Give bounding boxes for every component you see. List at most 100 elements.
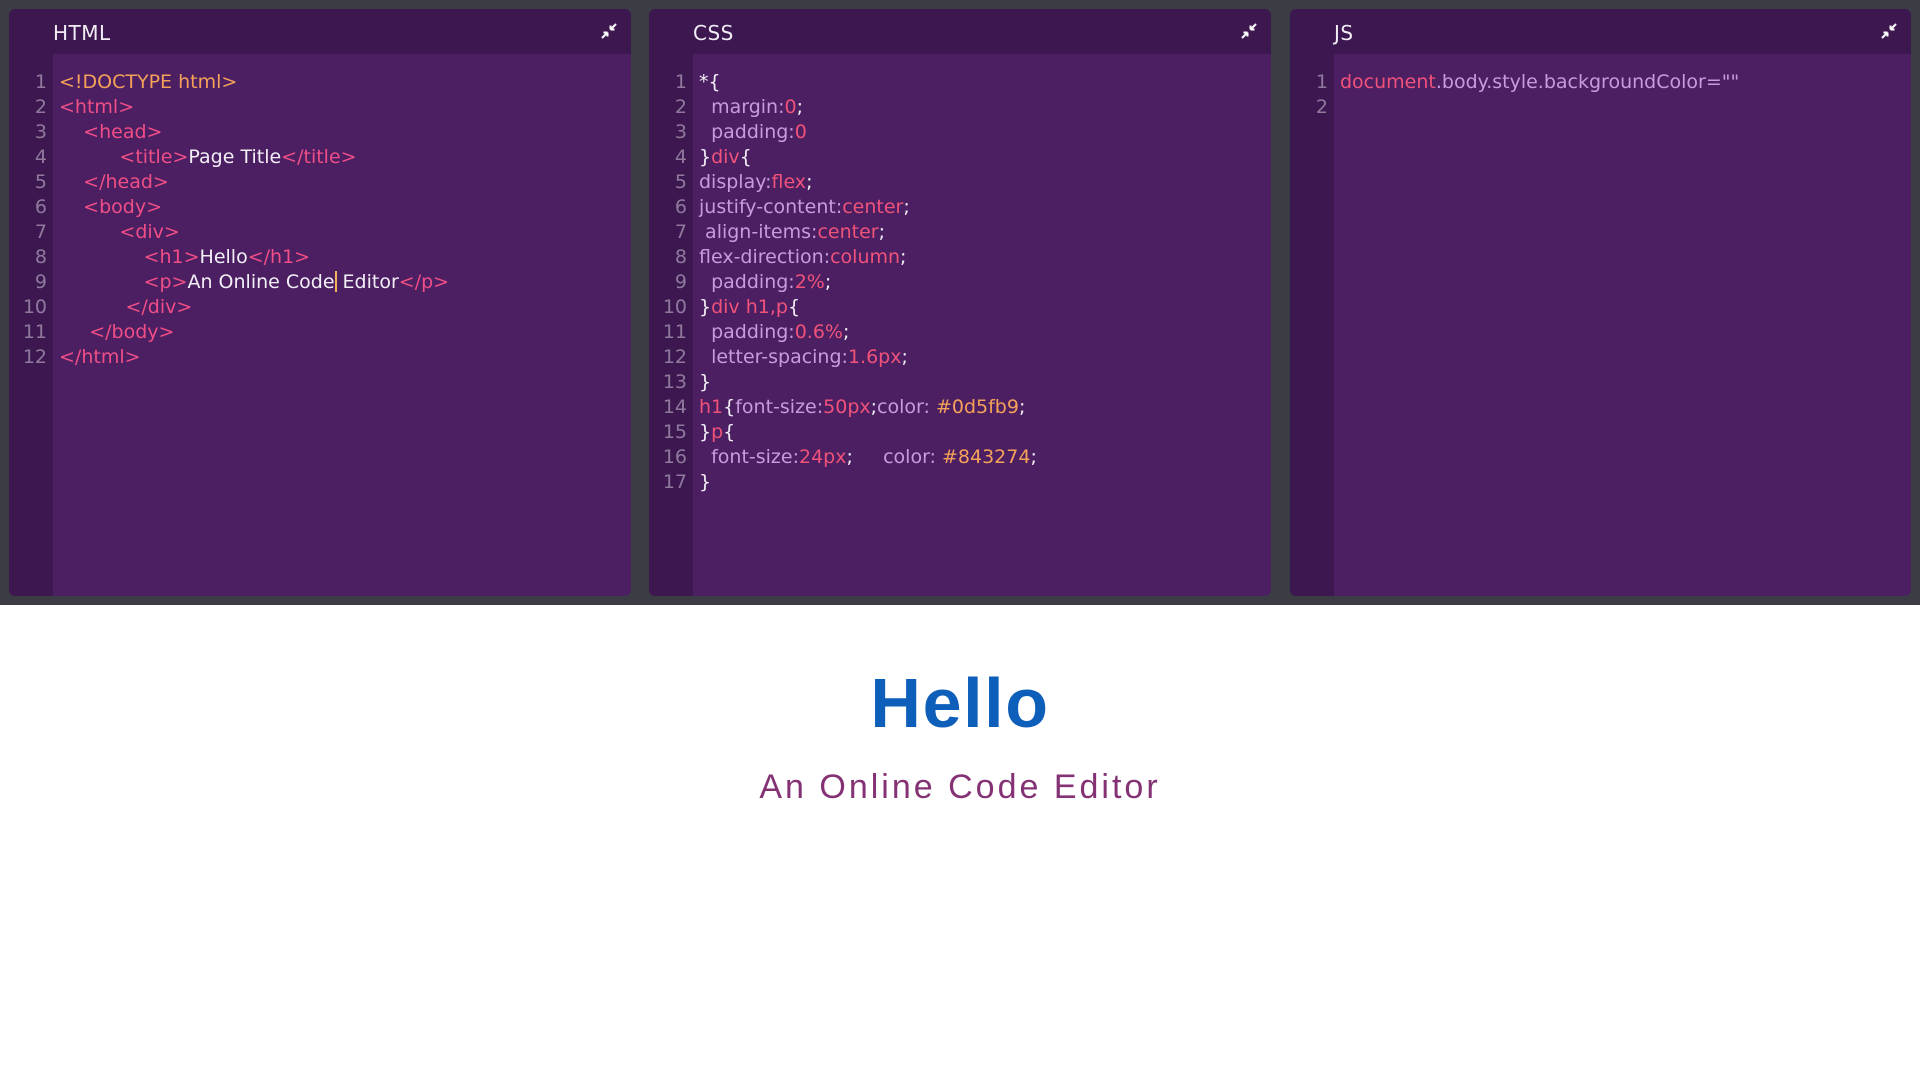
code-line: *{ [699, 70, 1263, 95]
line-number: 6 [34, 196, 47, 218]
minimize-button-js[interactable] [1877, 19, 1901, 43]
code-token: ; [796, 96, 804, 118]
code-token: color: [877, 396, 936, 418]
code-token: ; [824, 271, 832, 293]
code-token: <head> [83, 121, 163, 143]
code-token: } [699, 471, 712, 493]
code-token: align-items: [705, 221, 818, 243]
code-token: <p> [143, 271, 188, 293]
line-number: 3 [34, 121, 47, 143]
line-number: 11 [662, 321, 687, 343]
line-number: 8 [34, 246, 47, 268]
code-line: }div{ [699, 145, 1263, 170]
code-token: div [711, 146, 740, 168]
code-line: margin:0; [699, 95, 1263, 120]
code-token: <html> [59, 96, 135, 118]
css-code-area[interactable]: *{ margin:0; padding:0 }div{ display:fle… [699, 70, 1263, 495]
line-number: 2 [674, 96, 687, 118]
preview-pane: Hello An Online Code Editor [0, 605, 1920, 1080]
line-number: 10 [22, 296, 47, 318]
code-line: <title>Page Title</title> [59, 145, 623, 170]
line-number: 11 [22, 321, 47, 343]
code-token: center [842, 196, 904, 218]
code-token: <title> [119, 146, 189, 168]
code-token: h1 [699, 396, 724, 418]
code-token: document [1340, 71, 1436, 93]
minimize-arrows-icon [1241, 23, 1257, 39]
code-token: 2% [794, 271, 825, 293]
code-line: font-size:24px; color: #843274; [699, 445, 1263, 470]
code-token: </title> [281, 146, 357, 168]
code-line: } [699, 370, 1263, 395]
code-line: padding:0.6%; [699, 320, 1263, 345]
line-number: 3 [674, 121, 687, 143]
code-line: <body> [59, 195, 623, 220]
code-token: } [699, 371, 712, 393]
code-token: ; [846, 446, 853, 468]
code-token: 1.6px [847, 346, 902, 368]
code-token: flex-direction: [699, 246, 831, 268]
code-line: <head> [59, 120, 623, 145]
code-token: Editor [336, 271, 399, 293]
preview-paragraph: An Online Code Editor [759, 768, 1161, 806]
line-numbers: 1 2 3 4 5 6 7 8 9 10 11 12 13 14 15 16 17 [649, 70, 687, 495]
code-token: { [739, 146, 752, 168]
minimize-button-html[interactable] [597, 19, 621, 43]
line-number: 1 [674, 71, 687, 93]
code-token: 0 [794, 121, 807, 143]
code-line: h1{font-size:50px;color: #0d5fb9; [699, 395, 1263, 420]
code-token: <div> [119, 221, 180, 243]
code-line: </div> [59, 295, 623, 320]
code-line: }p{ [699, 420, 1263, 445]
line-number: 4 [34, 146, 47, 168]
code-token: { [787, 296, 801, 318]
panel-header: JS [1290, 9, 1911, 54]
line-number: 15 [662, 421, 687, 443]
code-token: ; [903, 196, 910, 218]
code-token: #843274 [942, 446, 1031, 468]
line-number: 2 [34, 96, 47, 118]
line-number: 1 [1315, 71, 1328, 93]
code-token: ; [842, 321, 850, 343]
code-line: }div h1,p{ [699, 295, 1263, 320]
code-token: justify-content: [699, 196, 843, 218]
code-token: ; [901, 346, 908, 368]
code-token: 0 [784, 96, 797, 118]
line-number: 7 [674, 221, 687, 243]
line-numbers: 1 2 3 4 5 6 7 8 9 10 11 12 [9, 70, 47, 370]
line-number: 6 [674, 196, 687, 218]
line-gutter: 12 [1290, 54, 1334, 596]
line-number: 5 [674, 171, 687, 193]
code-token: </body> [89, 321, 175, 343]
line-number: 12 [662, 346, 687, 368]
html-code-area[interactable]: <!DOCTYPE html> <html> <head> <title>Pag… [59, 70, 623, 370]
code-token: font-size: [711, 446, 799, 468]
code-token: <body> [83, 196, 163, 218]
code-line: document.body.style.backgroundColor="" [1340, 70, 1903, 95]
code-token: font-size: [735, 396, 824, 418]
css-editor-panel: CSS 1 2 3 4 5 6 7 8 9 10 11 12 13 14 15 16 17 *{ margin:… [649, 9, 1271, 596]
code-token: { [723, 396, 736, 418]
code-line: </body> [59, 320, 623, 345]
code-line: letter-spacing:1.6px; [699, 345, 1263, 370]
js-code-area[interactable]: document.body.style.backgroundColor="" [1340, 70, 1903, 120]
code-token: p [711, 421, 724, 443]
panel-header: CSS [649, 9, 1271, 54]
editor-area: HTML 1 2 3 4 5 6 7 8 9 10 11 12 <!DOCTYPE html> <ht… [0, 0, 1920, 605]
code-token: { [723, 421, 736, 443]
code-token: <h1> [143, 246, 200, 268]
line-number: 8 [674, 246, 687, 268]
line-number: 17 [662, 471, 687, 493]
code-line: <p>An Online Code Editor</p> [59, 270, 623, 295]
panel-title-css: CSS [693, 21, 734, 45]
minimize-button-css[interactable] [1237, 19, 1261, 43]
line-number: 10 [662, 296, 687, 318]
code-token: 0.6% [794, 321, 843, 343]
code-token: center [817, 221, 879, 243]
code-token: .body.style.backgroundColor="" [1435, 71, 1740, 93]
code-token: <!DOCTYPE html> [59, 71, 238, 93]
code-token: Hello [199, 246, 248, 268]
code-line: display:flex; [699, 170, 1263, 195]
line-number: 12 [22, 346, 47, 368]
